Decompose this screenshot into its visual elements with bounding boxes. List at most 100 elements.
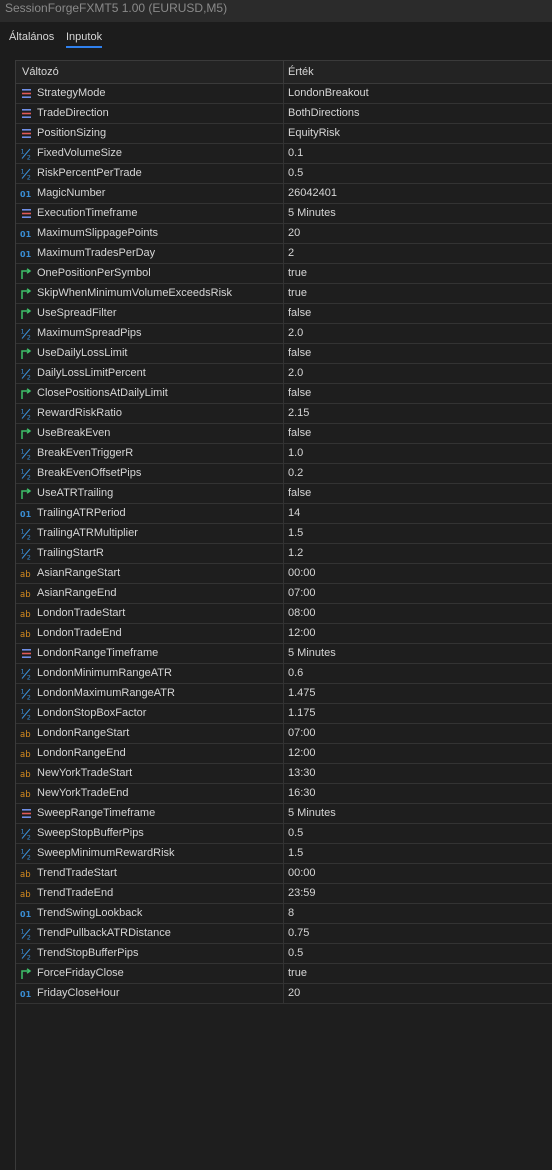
table-row[interactable]: StrategyMode LondonBreakout <box>16 84 552 104</box>
variable-value[interactable]: 2 <box>288 244 294 263</box>
variable-value[interactable]: 0.75 <box>288 924 309 943</box>
table-row[interactable]: UseATRTrailing false <box>16 484 552 504</box>
variable-value[interactable]: 0.6 <box>288 664 303 683</box>
variable-value[interactable]: 13:30 <box>288 764 316 783</box>
variable-name: TrailingStartR <box>37 547 104 559</box>
table-row[interactable]: UseSpreadFilter false <box>16 304 552 324</box>
table-row[interactable]: ab LondonRangeStart 07:00 <box>16 724 552 744</box>
variable-value[interactable]: 12:00 <box>288 624 316 643</box>
variable-value[interactable]: 2.0 <box>288 324 303 343</box>
variable-value[interactable]: true <box>288 284 307 303</box>
column-header-value[interactable]: Érték <box>288 61 314 83</box>
variable-value[interactable]: 0.1 <box>288 144 303 163</box>
table-row[interactable]: LondonRangeTimeframe 5 Minutes <box>16 644 552 664</box>
table-row[interactable]: ab TrendTradeEnd 23:59 <box>16 884 552 904</box>
variable-value[interactable]: 2.0 <box>288 364 303 383</box>
variable-value[interactable]: BothDirections <box>288 104 360 123</box>
variable-value[interactable]: 1.0 <box>288 444 303 463</box>
column-divider <box>283 904 284 923</box>
variable-value[interactable]: false <box>288 484 311 503</box>
table-row[interactable]: TradeDirection BothDirections <box>16 104 552 124</box>
variable-value[interactable]: 0.5 <box>288 824 303 843</box>
table-row[interactable]: 1 2 MaximumSpreadPips 2.0 <box>16 324 552 344</box>
table-row[interactable]: ClosePositionsAtDailyLimit false <box>16 384 552 404</box>
variable-value[interactable]: 0.5 <box>288 944 303 963</box>
variable-value[interactable]: false <box>288 344 311 363</box>
table-row[interactable]: SkipWhenMinimumVolumeExceedsRisk true <box>16 284 552 304</box>
table-row[interactable]: ab LondonTradeEnd 12:00 <box>16 624 552 644</box>
double-icon: 12 <box>20 667 33 681</box>
table-row[interactable]: PositionSizing EquityRisk <box>16 124 552 144</box>
table-row[interactable]: ab AsianRangeEnd 07:00 <box>16 584 552 604</box>
table-row[interactable]: 1 2 FixedVolumeSize 0.1 <box>16 144 552 164</box>
table-row[interactable]: UseDailyLossLimit false <box>16 344 552 364</box>
variable-value[interactable]: 16:30 <box>288 784 316 803</box>
table-row[interactable]: UseBreakEven false <box>16 424 552 444</box>
table-row[interactable]: 01 MaximumTradesPerDay 2 <box>16 244 552 264</box>
variable-value[interactable]: EquityRisk <box>288 124 340 143</box>
variable-value[interactable]: 07:00 <box>288 584 316 603</box>
variable-value[interactable]: 12:00 <box>288 744 316 763</box>
variable-value[interactable]: 08:00 <box>288 604 316 623</box>
table-row[interactable]: 01 FridayCloseHour 20 <box>16 984 552 1004</box>
table-row[interactable]: ForceFridayClose true <box>16 964 552 984</box>
variable-value[interactable]: false <box>288 384 311 403</box>
variable-value[interactable]: 8 <box>288 904 294 923</box>
table-row[interactable]: 1 2 RewardRiskRatio 2.15 <box>16 404 552 424</box>
variable-value[interactable]: 0.5 <box>288 164 303 183</box>
table-row[interactable]: SweepRangeTimeframe 5 Minutes <box>16 804 552 824</box>
table-row[interactable]: ab LondonRangeEnd 12:00 <box>16 744 552 764</box>
column-header-variable[interactable]: Változó <box>22 61 59 83</box>
table-row[interactable]: 01 TrendSwingLookback 8 <box>16 904 552 924</box>
variable-value[interactable]: 00:00 <box>288 564 316 583</box>
variable-value[interactable]: 26042401 <box>288 184 337 203</box>
variable-value[interactable]: LondonBreakout <box>288 84 369 103</box>
column-divider <box>283 764 284 783</box>
variable-value[interactable]: 00:00 <box>288 864 316 883</box>
table-row[interactable]: ab TrendTradeStart 00:00 <box>16 864 552 884</box>
variable-value[interactable]: false <box>288 304 311 323</box>
variable-value[interactable]: 1.5 <box>288 844 303 863</box>
table-row[interactable]: 1 2 TrendPullbackATRDistance 0.75 <box>16 924 552 944</box>
table-row[interactable]: 1 2 LondonMaximumRangeATR 1.475 <box>16 684 552 704</box>
table-row[interactable]: ab LondonTradeStart 08:00 <box>16 604 552 624</box>
variable-value[interactable]: 20 <box>288 984 300 1003</box>
variable-value[interactable]: 5 Minutes <box>288 804 336 823</box>
table-row[interactable]: ab NewYorkTradeEnd 16:30 <box>16 784 552 804</box>
variable-value[interactable]: 5 Minutes <box>288 644 336 663</box>
variable-value[interactable]: 1.2 <box>288 544 303 563</box>
table-row[interactable]: ab AsianRangeStart 00:00 <box>16 564 552 584</box>
variable-value[interactable]: 1.175 <box>288 704 316 723</box>
variable-value[interactable]: 23:59 <box>288 884 316 903</box>
table-row[interactable]: 1 2 SweepStopBufferPips 0.5 <box>16 824 552 844</box>
tab-general[interactable]: Általános <box>9 28 54 46</box>
table-row[interactable]: OnePositionPerSymbol true <box>16 264 552 284</box>
tab-inputs[interactable]: Inputok <box>66 28 103 48</box>
variable-value[interactable]: 0.2 <box>288 464 303 483</box>
table-row[interactable]: 1 2 BreakEvenTriggerR 1.0 <box>16 444 552 464</box>
table-row[interactable]: 1 2 LondonStopBoxFactor 1.175 <box>16 704 552 724</box>
variable-value[interactable]: 07:00 <box>288 724 316 743</box>
table-row[interactable]: 01 MaximumSlippagePoints 20 <box>16 224 552 244</box>
table-row[interactable]: 1 2 TrendStopBufferPips 0.5 <box>16 944 552 964</box>
table-row[interactable]: 01 MagicNumber 26042401 <box>16 184 552 204</box>
variable-value[interactable]: true <box>288 264 307 283</box>
table-row[interactable]: 1 2 DailyLossLimitPercent 2.0 <box>16 364 552 384</box>
variable-value[interactable]: false <box>288 424 311 443</box>
table-row[interactable]: 01 TrailingATRPeriod 14 <box>16 504 552 524</box>
variable-value[interactable]: 14 <box>288 504 300 523</box>
table-row[interactable]: 1 2 LondonMinimumRangeATR 0.6 <box>16 664 552 684</box>
variable-value[interactable]: 1.5 <box>288 524 303 543</box>
variable-value[interactable]: 2.15 <box>288 404 309 423</box>
variable-value[interactable]: 20 <box>288 224 300 243</box>
table-row[interactable]: ExecutionTimeframe 5 Minutes <box>16 204 552 224</box>
variable-value[interactable]: 1.475 <box>288 684 316 703</box>
table-row[interactable]: 1 2 SweepMinimumRewardRisk 1.5 <box>16 844 552 864</box>
table-row[interactable]: 1 2 TrailingATRMultiplier 1.5 <box>16 524 552 544</box>
table-row[interactable]: 1 2 TrailingStartR 1.2 <box>16 544 552 564</box>
variable-value[interactable]: 5 Minutes <box>288 204 336 223</box>
table-row[interactable]: 1 2 BreakEvenOffsetPips 0.2 <box>16 464 552 484</box>
variable-value[interactable]: true <box>288 964 307 983</box>
table-row[interactable]: ab NewYorkTradeStart 13:30 <box>16 764 552 784</box>
table-row[interactable]: 1 2 RiskPercentPerTrade 0.5 <box>16 164 552 184</box>
